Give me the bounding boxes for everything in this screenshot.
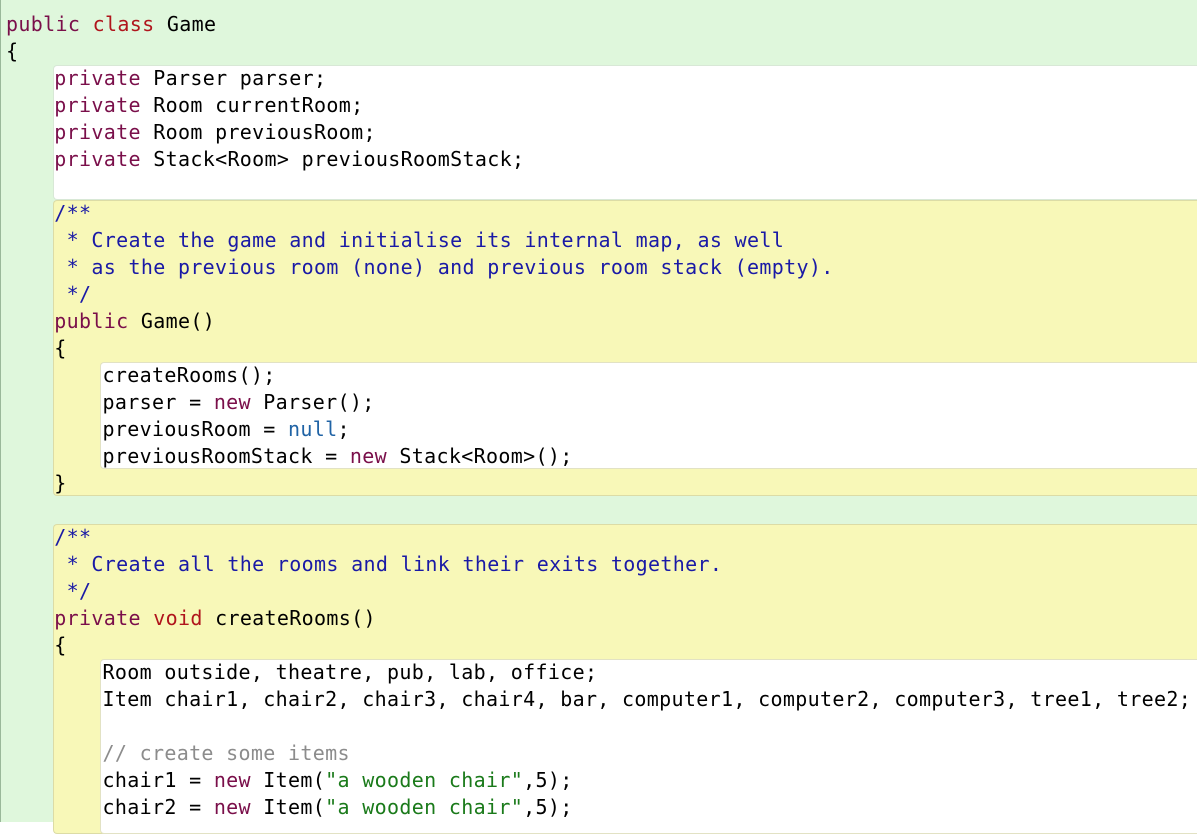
code-line[interactable]: { [54,335,66,362]
code-token: private [54,147,141,171]
code-token: Room previousRoom; [140,120,376,144]
code-token: /** [54,525,92,549]
code-token: new [349,444,388,468]
code-token: previousRoomStack = [102,444,350,468]
code-token: "a wooden chair" [325,795,524,819]
code-token: chair2 = [102,795,214,819]
code-token: public [54,309,129,333]
code-line[interactable]: chair1 = new Item("a wooden chair",5); [102,767,572,794]
code-line[interactable]: private Parser parser; [54,65,326,92]
code-line[interactable]: private Room previousRoom; [54,119,376,146]
code-token: chair1 = [102,768,214,792]
code-token: { [6,39,19,63]
code-line[interactable]: private void createRooms() [54,605,376,632]
code-token: private [54,120,141,144]
code-line[interactable]: public class Game [6,11,216,38]
code-token: null [288,417,338,441]
code-token: ,5); [523,768,573,792]
code-line[interactable]: Item chair1, chair2, chair3, chair4, bar… [102,686,1191,713]
code-token: parser = [102,390,214,414]
code-token: new [213,390,251,414]
code-token: Stack<Room>(); [387,444,573,468]
code-line[interactable]: */ [54,281,91,308]
code-token: createRooms() [202,606,376,630]
code-token: Item chair1, chair2, chair3, chair4, bar… [102,687,1192,711]
code-line[interactable]: Room outside, theatre, pub, lab, office; [102,659,597,686]
code-line[interactable]: * as the previous room (none) and previo… [54,254,834,281]
code-line[interactable]: */ [54,578,91,605]
code-token: Stack<Room> previousRoomStack; [140,147,525,171]
code-token: private [54,606,141,630]
code-token: // create some items [102,741,350,765]
code-line[interactable]: { [6,38,18,65]
code-line[interactable]: * Create all the rooms and link their ex… [54,551,722,578]
code-line[interactable]: { [54,632,66,659]
code-line[interactable]: * Create the game and initialise its int… [54,227,784,254]
code-token: class [92,12,155,36]
code-token: private [54,93,141,117]
code-token: ; [337,417,350,441]
code-token: "a wooden chair" [325,768,524,792]
code-token: } [54,471,67,495]
code-line[interactable]: createRooms(); [102,362,275,389]
code-token: Room currentRoom; [140,93,364,117]
code-line[interactable]: // create some items [102,740,349,767]
code-token: * Create the game and initialise its int… [54,228,785,252]
code-token: * Create all the rooms and link their ex… [54,552,723,576]
code-token: Game() [128,309,216,333]
code-token: previousRoom = [102,417,289,441]
code-token: */ [54,282,92,306]
code-line[interactable]: previousRoomStack = new Stack<Room>(); [102,443,572,470]
code-token: */ [54,579,92,603]
code-token: new [213,768,251,792]
code-line[interactable]: } [54,470,66,497]
code-line[interactable]: chair2 = new Item("a wooden chair",5); [102,794,572,821]
code-token: Parser(); [250,390,375,414]
code-line[interactable]: previousRoom = null; [102,416,349,443]
code-token: void [153,606,203,630]
code-line[interactable]: private Stack<Room> previousRoomStack; [54,146,524,173]
code-token: { [54,336,67,360]
code-line[interactable]: public Game() [54,308,215,335]
code-token: createRooms(); [102,363,276,387]
code-token: Item( [250,795,326,819]
code-line[interactable]: private Room currentRoom; [54,92,363,119]
code-token: ,5); [523,795,573,819]
code-token: Game [154,12,217,36]
code-token: Room outside, theatre, pub, lab, office; [102,660,598,684]
code-line[interactable]: /** [54,524,91,551]
code-token: public [6,12,81,36]
code-token: { [54,633,67,657]
code-token: /** [54,201,92,225]
code-token: Parser parser; [140,66,327,90]
code-line[interactable]: /** [54,200,91,227]
code-token: * as the previous room (none) and previo… [54,255,834,279]
code-token: Item( [250,768,326,792]
code-token: private [54,66,141,90]
code-line[interactable]: parser = new Parser(); [102,389,374,416]
code-token: new [213,795,251,819]
